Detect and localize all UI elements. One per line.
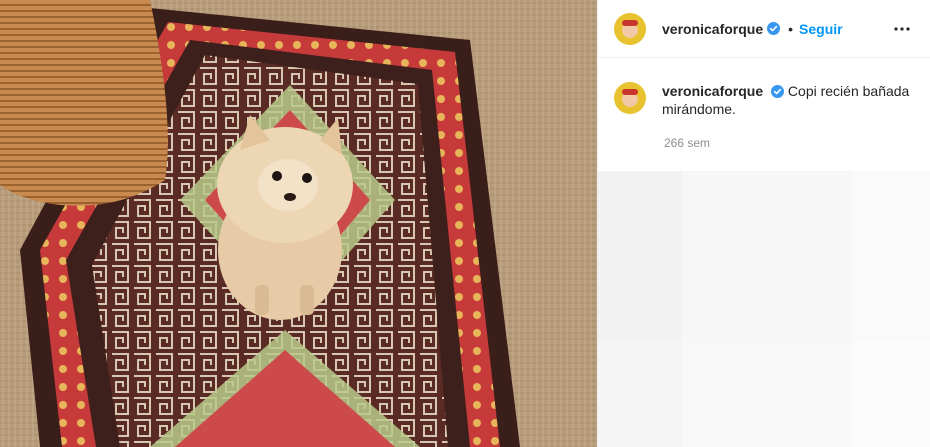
header-separator: • [788, 20, 794, 37]
caption: veronicaforque Copi recién bañada miránd… [662, 82, 914, 118]
follow-button[interactable]: Seguir [799, 21, 843, 37]
avatar[interactable] [614, 12, 646, 45]
verified-badge-icon [767, 22, 781, 35]
post-timestamp[interactable]: 266 sem [664, 136, 930, 150]
caption-username-link[interactable]: veronicaforque [662, 83, 763, 99]
caption-avatar[interactable] [614, 82, 646, 114]
caption-row: veronicaforque Copi recién bañada miránd… [598, 58, 930, 118]
post-side-panel: veronicaforque • Seguir veronicaforque C… [597, 0, 930, 447]
comments-loading-placeholder [598, 171, 930, 447]
post-header: veronicaforque • Seguir [598, 0, 930, 58]
verified-badge-icon [771, 84, 785, 98]
basket [0, 0, 168, 206]
post-photo [0, 0, 597, 447]
more-options-icon[interactable] [890, 17, 914, 41]
post-image[interactable] [0, 0, 597, 447]
username-link[interactable]: veronicaforque [662, 21, 763, 37]
